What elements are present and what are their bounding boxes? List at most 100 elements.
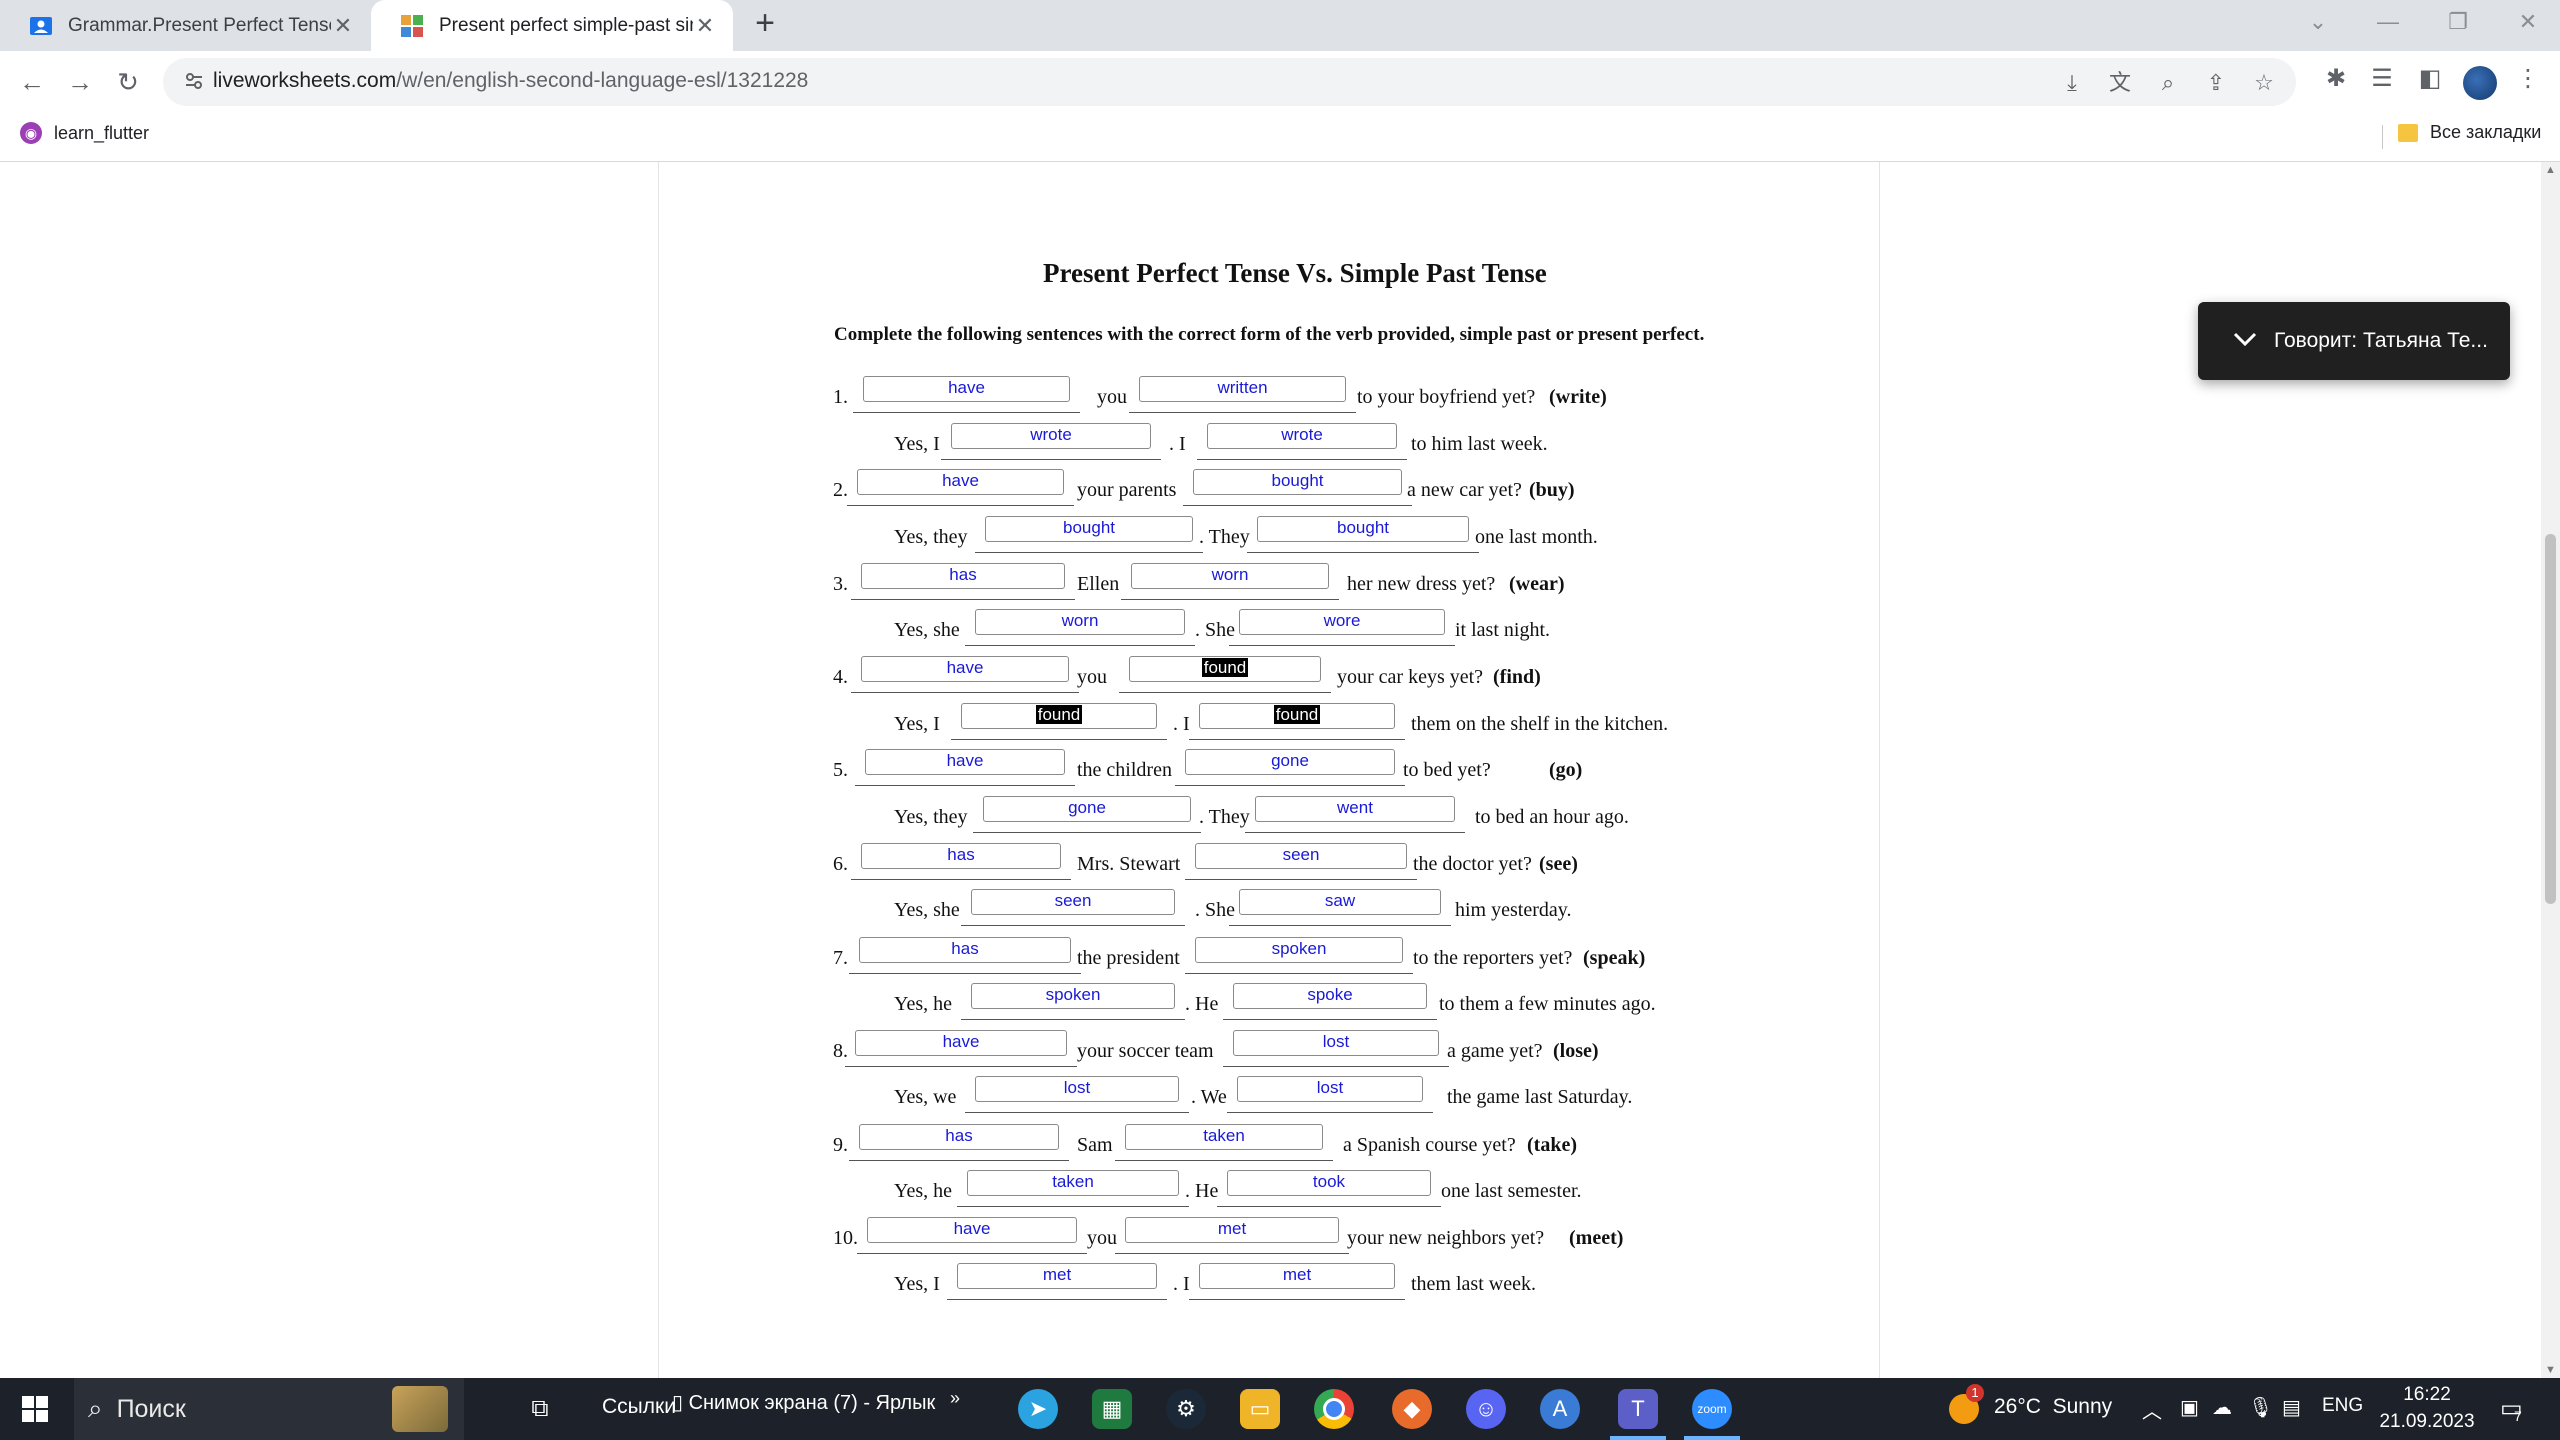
tab-grammar[interactable]: Grammar.Present Perfect Tense ✕ [0, 0, 371, 51]
clock-date[interactable]: 21.09.2023 [2376, 1411, 2478, 1433]
answer-field-aux[interactable]: have [863, 376, 1070, 402]
microphone-icon[interactable]: 🎙 [2248, 1395, 2273, 1420]
chevron-down-icon[interactable] [2232, 329, 2260, 353]
scroll-down-arrow[interactable]: ▼ [2544, 1364, 2557, 1376]
back-icon[interactable]: ← [14, 64, 50, 100]
scroll-thumb[interactable] [2545, 534, 2556, 904]
site-info-icon[interactable] [183, 70, 207, 94]
answer-field-past[interactable]: took [1227, 1170, 1431, 1196]
answer-field-participle[interactable]: seen [971, 889, 1175, 915]
speech-toast[interactable]: Говорит: Татьяна Те... [2198, 302, 2510, 380]
answer-field-verb[interactable]: written [1139, 376, 1346, 402]
zoom-icon[interactable]: ⌕ [2155, 70, 2181, 96]
zoom-app-icon[interactable]: zoom [1692, 1389, 1732, 1429]
shortcut-item[interactable]: ▯ Снимок экрана (7) - Ярлык [672, 1390, 935, 1415]
answer-field-verb[interactable]: met [1125, 1217, 1339, 1243]
more-chevron-icon[interactable]: » [950, 1388, 960, 1409]
answer-field-participle[interactable]: spoken [971, 983, 1175, 1009]
excel-icon[interactable]: ▦ [1092, 1389, 1132, 1429]
answer-field-participle[interactable]: wrote [951, 423, 1151, 449]
answer-field-aux[interactable]: has [861, 563, 1065, 589]
answer-field-past[interactable]: saw [1239, 889, 1441, 915]
minimize-icon[interactable]: — [2358, 0, 2418, 44]
install-app-icon[interactable]: ⤓ [2059, 70, 2085, 96]
answer-field-verb[interactable]: bought [1193, 469, 1402, 495]
answer-field-verb[interactable]: worn [1131, 563, 1329, 589]
tab-present-perfect[interactable]: Present perfect simple-past simp ✕ [371, 0, 733, 51]
page-scrollbar[interactable]: ▲ ▼ [2541, 162, 2560, 1378]
verb-hint: (take) [1527, 1134, 1577, 1156]
answer-field-aux[interactable]: have [867, 1217, 1077, 1243]
tray-overflow-icon[interactable]: ︿ [2142, 1395, 2162, 1424]
divider [2382, 125, 2383, 149]
bookmark-star-icon[interactable]: ☆ [2251, 70, 2277, 96]
close-window-icon[interactable]: ✕ [2498, 0, 2558, 44]
answer-field-aux[interactable]: has [859, 1124, 1059, 1150]
answer-field-past[interactable]: wore [1239, 609, 1445, 635]
chrome-icon[interactable] [1314, 1389, 1354, 1429]
answer-underline [851, 879, 1071, 880]
address-bar[interactable]: liveworksheets.com/w/en/english-second-l… [163, 58, 2296, 106]
answer-field-participle[interactable]: bought [985, 516, 1193, 542]
extensions-icon[interactable]: ✱ [2320, 63, 2352, 95]
side-panel-icon[interactable]: ◧ [2414, 63, 2446, 95]
profile-avatar[interactable] [2463, 66, 2497, 100]
answer-field-aux[interactable]: have [857, 469, 1064, 495]
answer-field-past[interactable]: found [1199, 703, 1395, 729]
answer-field-aux[interactable]: have [861, 656, 1069, 682]
answer-field-past[interactable]: spoke [1233, 983, 1427, 1009]
file-explorer-icon[interactable]: ▭ [1240, 1389, 1280, 1429]
clock-time[interactable]: 16:22 [2382, 1384, 2472, 1406]
all-bookmarks[interactable]: Все закладки [2398, 122, 2541, 143]
answer-field-past[interactable]: went [1255, 796, 1455, 822]
new-tab-button[interactable]: + [748, 6, 782, 42]
windows-start-icon[interactable] [0, 1378, 70, 1440]
app-icon[interactable]: ◆ [1392, 1389, 1432, 1429]
answer-field-verb[interactable]: taken [1125, 1124, 1323, 1150]
steam-icon[interactable]: ⚙ [1166, 1389, 1206, 1429]
answer-field-past[interactable]: lost [1237, 1076, 1423, 1102]
answer-field-participle[interactable]: gone [983, 796, 1191, 822]
bookmark-learn-flutter[interactable]: ◉ learn_flutter [20, 122, 149, 144]
network-icon[interactable]: ▤ [2282, 1395, 2301, 1420]
answer-field-participle[interactable]: found [961, 703, 1157, 729]
close-tab-icon[interactable]: ✕ [331, 13, 355, 38]
answer-field-participle[interactable]: worn [975, 609, 1185, 635]
telegram-icon[interactable]: ➤ [1018, 1389, 1058, 1429]
answer-field-verb[interactable]: seen [1195, 843, 1407, 869]
translate-icon[interactable]: 文 [2107, 70, 2133, 96]
answer-field-verb[interactable]: found [1129, 656, 1321, 682]
onedrive-icon[interactable]: ☁ [2212, 1395, 2232, 1420]
links-toolbar-label[interactable]: Ссылки [602, 1395, 676, 1419]
answer-field-verb[interactable]: gone [1185, 749, 1395, 775]
reload-icon[interactable]: ↻ [110, 64, 146, 100]
language-indicator[interactable]: ENG [2322, 1395, 2363, 1417]
answer-field-past[interactable]: bought [1257, 516, 1469, 542]
answer-field-past[interactable]: wrote [1207, 423, 1397, 449]
close-tab-icon[interactable]: ✕ [693, 13, 717, 38]
teams-icon[interactable]: T [1618, 1389, 1658, 1429]
answer-field-participle[interactable]: met [957, 1263, 1157, 1289]
share-icon[interactable]: ⇪ [2203, 70, 2229, 96]
weather-widget[interactable]: 26°C Sunny [1994, 1395, 2112, 1419]
answer-field-participle[interactable]: lost [975, 1076, 1179, 1102]
restore-icon[interactable]: ❐ [2428, 0, 2488, 44]
app-store-icon[interactable]: A [1540, 1389, 1580, 1429]
task-view-icon[interactable]: ⧉ [518, 1378, 562, 1440]
answer-field-past[interactable]: met [1199, 1263, 1395, 1289]
tab-search-chevron-icon[interactable]: ⌄ [2288, 0, 2348, 44]
answer-field-aux[interactable]: has [861, 843, 1061, 869]
scroll-up-arrow[interactable]: ▲ [2544, 164, 2557, 176]
discord-icon[interactable]: ☺ [1466, 1389, 1506, 1429]
taskbar-search[interactable]: ⌕ Поиск [74, 1378, 464, 1440]
answer-field-aux[interactable]: has [859, 937, 1071, 963]
answer-field-verb[interactable]: spoken [1195, 937, 1403, 963]
answer-field-participle[interactable]: taken [967, 1170, 1179, 1196]
menu-icon[interactable]: ⋮ [2512, 63, 2544, 95]
answer-field-aux[interactable]: have [865, 749, 1065, 775]
meet-now-icon[interactable]: ▣ [2180, 1395, 2199, 1420]
answer-field-verb[interactable]: lost [1233, 1030, 1439, 1056]
reading-list-icon[interactable]: ☰ [2366, 63, 2398, 95]
forward-icon[interactable]: → [62, 64, 98, 100]
answer-field-aux[interactable]: have [855, 1030, 1067, 1056]
